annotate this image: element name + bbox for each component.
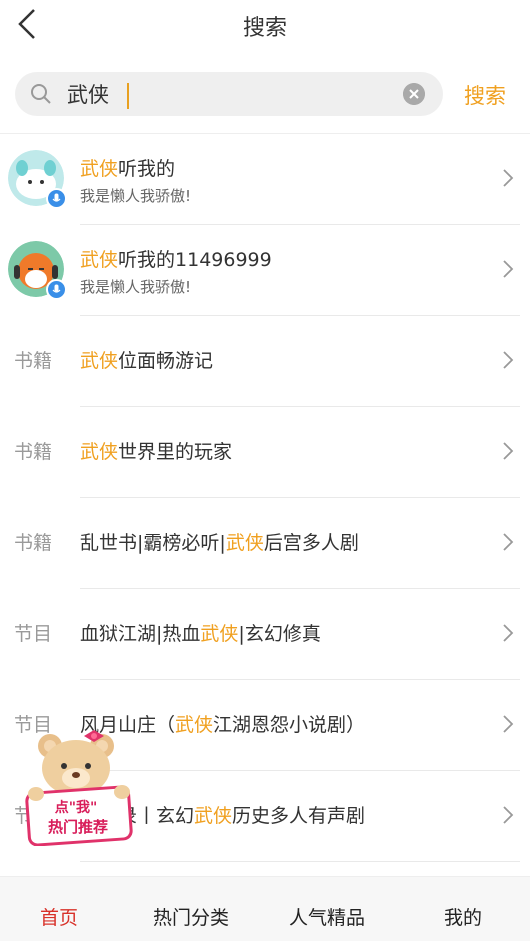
chevron-right-icon xyxy=(503,624,514,642)
user-signature: 我是懒人我骄傲! xyxy=(80,187,192,205)
row-divider xyxy=(80,861,520,862)
nav-mine[interactable]: 我的 xyxy=(444,903,482,930)
user-name: 武侠听我的 xyxy=(80,158,176,180)
search-row: 搜索 xyxy=(0,70,530,118)
search-box[interactable] xyxy=(15,72,443,116)
result-title: 血狱江湖|热血武侠|玄幻修真 xyxy=(80,623,321,645)
chevron-right-icon xyxy=(503,442,514,460)
nav-hot-categories[interactable]: 热门分类 xyxy=(153,903,229,930)
category-label: 书籍 xyxy=(14,350,53,372)
chevron-right-icon xyxy=(503,806,514,824)
nav-popular-picks[interactable]: 人气精品 xyxy=(289,903,365,930)
category-label: 书籍 xyxy=(14,441,53,463)
promo-line-1: 点"我" xyxy=(55,799,98,816)
microphone-badge-icon xyxy=(46,188,67,209)
search-icon xyxy=(31,84,51,104)
book-result[interactable]: 书籍 武侠位面畅游记 xyxy=(0,316,530,407)
microphone-badge-icon xyxy=(46,279,67,300)
category-label: 书籍 xyxy=(14,532,53,554)
book-result[interactable]: 书籍 乱世书|霸榜必听|武侠后宫多人剧 xyxy=(0,498,530,589)
result-title: 武侠世界里的玩家 xyxy=(80,441,233,463)
search-button[interactable]: 搜索 xyxy=(464,80,506,110)
bottom-nav: 首页 热门分类 人气精品 我的 xyxy=(0,876,530,941)
chevron-right-icon xyxy=(503,260,514,278)
result-title: 乱世书|霸榜必听|武侠后宫多人剧 xyxy=(80,532,359,554)
search-input[interactable] xyxy=(67,80,387,108)
user-signature: 我是懒人我骄傲! xyxy=(80,278,192,296)
program-result[interactable]: 节目 血狱江湖|热血武侠|玄幻修真 xyxy=(0,589,530,680)
chevron-right-icon xyxy=(503,351,514,369)
clear-search-icon[interactable] xyxy=(403,83,425,105)
chevron-right-icon xyxy=(503,533,514,551)
user-result[interactable]: 武侠听我的11496999 我是懒人我骄傲! xyxy=(0,225,530,316)
user-name: 武侠听我的11496999 xyxy=(80,249,272,271)
result-title: 武侠位面畅游记 xyxy=(80,350,214,372)
hot-recommend-bear-button[interactable]: 点"我" 热门推荐 xyxy=(22,728,142,847)
top-bar: 搜索 xyxy=(0,0,530,48)
promo-line-2: 热门推荐 xyxy=(48,818,108,836)
page-title: 搜索 xyxy=(242,16,287,41)
text-cursor xyxy=(127,83,129,109)
user-result[interactable]: 武侠听我的 我是懒人我骄傲! xyxy=(0,134,530,225)
chevron-right-icon xyxy=(503,169,514,187)
book-result[interactable]: 书籍 武侠世界里的玩家 xyxy=(0,407,530,498)
nav-home[interactable]: 首页 xyxy=(40,903,78,930)
chevron-right-icon xyxy=(503,715,514,733)
category-label: 节目 xyxy=(14,623,53,645)
